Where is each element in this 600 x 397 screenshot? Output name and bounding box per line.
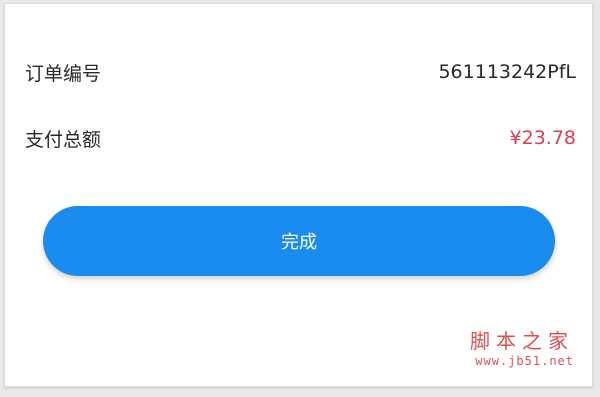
order-summary-card: 订单编号 561113242PfL 支付总额 ¥23.78 完成 脚本之家 ww… [4, 3, 593, 387]
payment-total-label: 支付总额 [25, 128, 102, 151]
order-number-row: 订单编号 561113242PfL [25, 52, 576, 92]
watermark-url: www.jb51.net [475, 354, 574, 368]
watermark: 脚本之家 www.jb51.net [470, 325, 574, 368]
done-button[interactable]: 完成 [43, 206, 555, 276]
watermark-title: 脚本之家 [470, 329, 574, 353]
payment-total-value: ¥23.78 [509, 127, 576, 149]
order-number-label: 订单编号 [25, 62, 102, 85]
payment-total-row: 支付总额 ¥23.78 [25, 118, 576, 158]
order-number-value: 561113242PfL [438, 61, 576, 83]
